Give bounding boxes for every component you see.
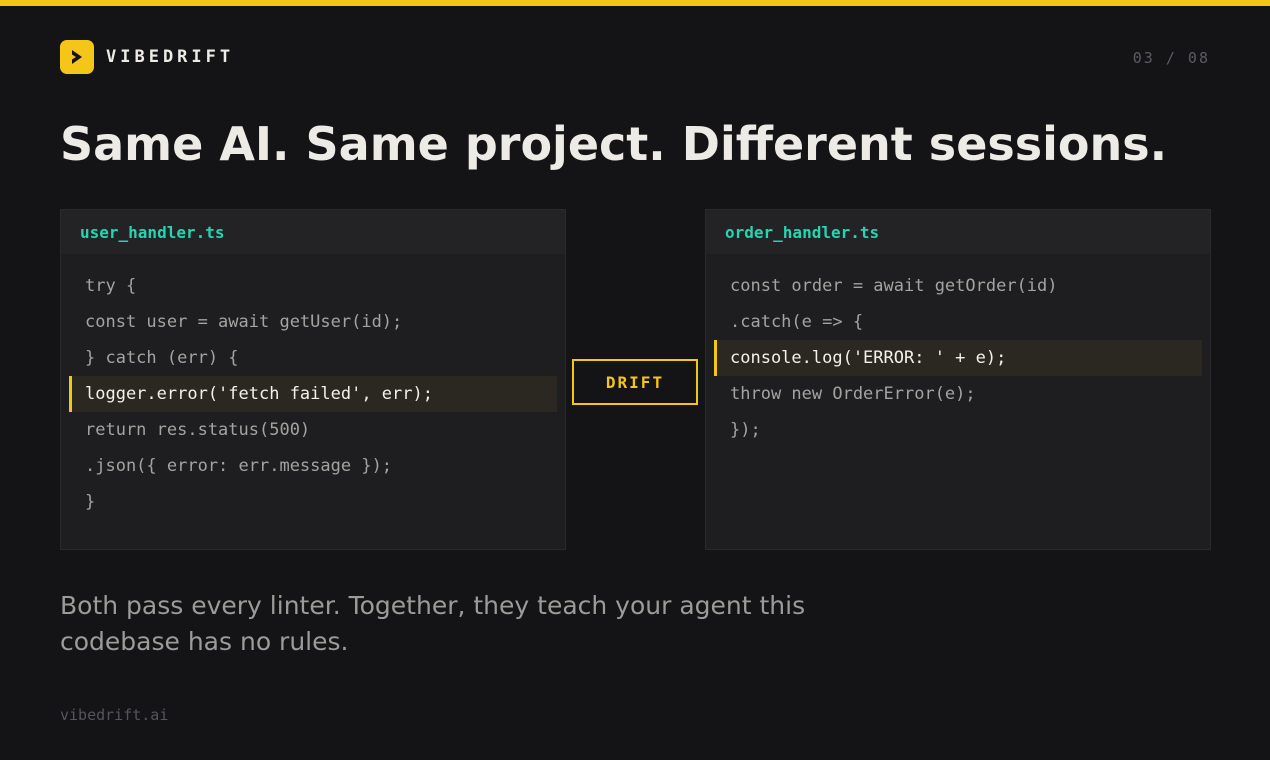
code-line: return res.status(500) — [85, 420, 311, 440]
code-line: throw new OrderError(e); — [730, 384, 976, 404]
code-panel-user-handler: user_handler.ts try { const user = await… — [60, 209, 566, 550]
code-block: const order = await getOrder(id) .catch(… — [706, 254, 1210, 448]
code-line: }); — [730, 420, 761, 440]
code-line: try { — [85, 276, 137, 296]
caption: Both pass every linter. Together, they t… — [60, 591, 806, 656]
logo — [60, 40, 94, 74]
code-line: .catch(e => { — [730, 312, 864, 332]
drift-badge: DRIFT — [572, 359, 698, 405]
code-block: try { const user = await getUser(id); } … — [61, 254, 565, 520]
brand: VIBEDRIFT — [60, 40, 234, 74]
headline: Same AI. Same project. Different session… — [60, 117, 1168, 171]
code-line: .json({ error: err.message }); — [85, 456, 393, 476]
brand-name: VIBEDRIFT — [106, 47, 235, 67]
code-line: const order = await getOrder(id) — [730, 276, 1058, 296]
footer-url: vibedrift.ai — [60, 706, 169, 724]
code-line-highlighted: console.log('ERROR: ' + e); — [714, 340, 1202, 376]
code-line: const user = await getUser(id); — [85, 312, 403, 332]
panel-filename: user_handler.ts — [61, 210, 565, 254]
code-line-highlighted: logger.error('fetch failed', err); — [69, 376, 557, 412]
page-counter: 03 / 08 — [1132, 49, 1210, 67]
code-line: } — [85, 492, 96, 512]
accent-top-bar — [0, 0, 1270, 6]
code-panel-order-handler: order_handler.ts const order = await get… — [705, 209, 1211, 550]
panel-filename: order_handler.ts — [706, 210, 1210, 254]
chevron-right-icon — [72, 50, 82, 64]
code-line: } catch (err) { — [85, 348, 239, 368]
